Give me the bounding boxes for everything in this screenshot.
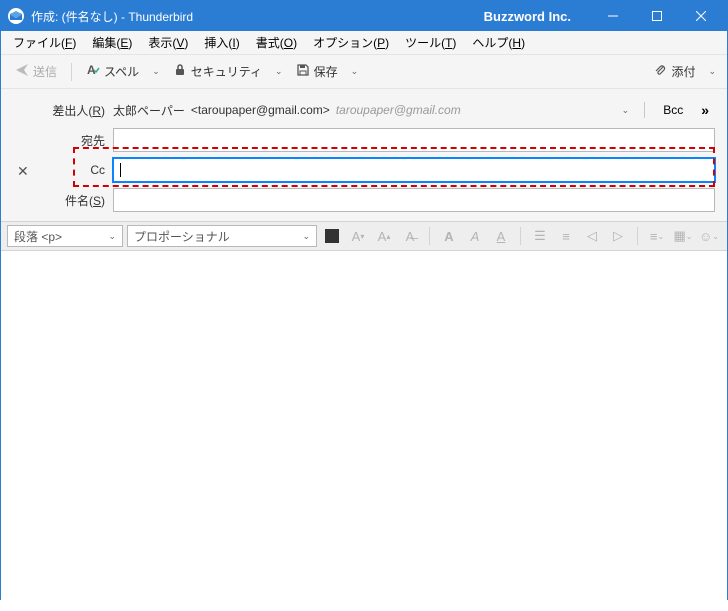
- menu-file[interactable]: ファイル(F): [5, 31, 84, 54]
- security-dropdown[interactable]: ⌄: [272, 66, 286, 77]
- separator: [637, 227, 638, 245]
- subject-label: 件名(S): [13, 192, 113, 209]
- font-select[interactable]: プロポーショナル⌄: [127, 225, 317, 247]
- save-dropdown[interactable]: ⌄: [348, 66, 362, 77]
- from-row: 差出人(R) 太郎ペーパー <taroupaper@gmail.com> tar…: [13, 97, 715, 123]
- insert-image-button[interactable]: ▦⌄: [672, 225, 694, 247]
- bcc-button[interactable]: Bcc: [657, 101, 689, 119]
- separator: [71, 63, 72, 81]
- send-icon: [15, 63, 29, 80]
- save-button[interactable]: 保存: [290, 59, 344, 84]
- more-recipients-button[interactable]: »: [695, 102, 715, 118]
- menu-view[interactable]: 表示(V): [140, 31, 196, 54]
- align-button[interactable]: ≡⌄: [646, 225, 668, 247]
- lock-icon: [173, 63, 187, 80]
- indent-button[interactable]: ▷: [607, 225, 629, 247]
- paragraph-select[interactable]: 段落 <p>⌄: [7, 225, 123, 247]
- spell-icon: A: [86, 63, 100, 80]
- text-color-button[interactable]: [321, 225, 343, 247]
- format-toolbar: 段落 <p>⌄ プロポーショナル⌄ A▾ A▴ A̶ A A A ☰ ≡ ◁ ▷…: [1, 221, 727, 251]
- menu-options[interactable]: オプション(P): [305, 31, 397, 54]
- minimize-button[interactable]: [591, 1, 635, 31]
- number-list-button[interactable]: ≡: [555, 225, 577, 247]
- menu-insert[interactable]: 挿入(I): [196, 31, 247, 54]
- menu-format[interactable]: 書式(O): [248, 31, 305, 54]
- menu-edit[interactable]: 編集(E): [84, 31, 140, 54]
- subject-input[interactable]: [113, 188, 715, 212]
- to-row: 宛先: [13, 127, 715, 153]
- window-title: 作成: (件名なし) - Thunderbird: [31, 8, 193, 25]
- font-select-value: プロポーショナル: [134, 228, 230, 245]
- spell-button[interactable]: A スペル: [80, 59, 145, 84]
- text-caret: [120, 163, 121, 177]
- menu-help[interactable]: ヘルプ(H): [464, 31, 533, 54]
- menubar: ファイル(F) 編集(E) 表示(V) 挿入(I) 書式(O) オプション(P)…: [1, 31, 727, 55]
- subject-row: 件名(S): [13, 187, 715, 213]
- compose-headers: 差出人(R) 太郎ペーパー <taroupaper@gmail.com> tar…: [1, 89, 727, 221]
- from-email-gray: taroupaper@gmail.com: [336, 103, 461, 117]
- from-value[interactable]: 太郎ペーパー <taroupaper@gmail.com> taroupaper…: [113, 101, 715, 119]
- maximize-button[interactable]: [635, 1, 679, 31]
- paperclip-icon: [653, 63, 667, 80]
- security-label: セキュリティ: [191, 63, 262, 80]
- spell-label: スペル: [104, 63, 139, 80]
- bold-button[interactable]: A: [438, 225, 460, 247]
- message-body[interactable]: [1, 251, 727, 611]
- app-icon: [7, 7, 25, 25]
- brand-label: Buzzword Inc.: [484, 9, 571, 24]
- to-input[interactable]: [113, 128, 715, 152]
- separator: [429, 227, 430, 245]
- titlebar: 作成: (件名なし) - Thunderbird Buzzword Inc.: [1, 1, 727, 31]
- from-label: 差出人(R): [13, 102, 113, 119]
- send-label: 送信: [33, 63, 57, 80]
- spell-dropdown[interactable]: ⌄: [149, 66, 163, 77]
- from-email: <taroupaper@gmail.com>: [191, 103, 330, 117]
- attach-button[interactable]: 添付: [647, 59, 701, 84]
- from-dropdown[interactable]: ⌄: [619, 105, 633, 116]
- security-button[interactable]: セキュリティ: [167, 59, 268, 84]
- outdent-button[interactable]: ◁: [581, 225, 603, 247]
- toolbar: 送信 A スペル ⌄ セキュリティ ⌄ 保存 ⌄ 添付 ⌄: [1, 55, 727, 89]
- cc-row: Cc: [13, 157, 715, 183]
- paragraph-select-value: 段落 <p>: [14, 228, 62, 245]
- close-button[interactable]: [679, 1, 723, 31]
- font-size-decrease-button[interactable]: A▾: [347, 225, 369, 247]
- cc-input[interactable]: [113, 158, 715, 182]
- send-button: 送信: [9, 59, 63, 84]
- from-name: 太郎ペーパー: [113, 102, 185, 119]
- remove-cc-button[interactable]: ✕: [17, 163, 29, 180]
- remove-format-button[interactable]: A̶: [399, 225, 421, 247]
- separator: [520, 227, 521, 245]
- emoji-button[interactable]: ☺⌄: [698, 225, 720, 247]
- separator: [644, 102, 645, 118]
- menu-tools[interactable]: ツール(T): [397, 31, 464, 54]
- save-icon: [296, 63, 310, 80]
- attach-label: 添付: [671, 63, 695, 80]
- attach-dropdown[interactable]: ⌄: [705, 66, 719, 77]
- to-label: 宛先: [13, 132, 113, 149]
- bullet-list-button[interactable]: ☰: [529, 225, 551, 247]
- save-label: 保存: [314, 63, 338, 80]
- underline-button[interactable]: A: [490, 225, 512, 247]
- italic-button[interactable]: A: [464, 225, 486, 247]
- font-size-increase-button[interactable]: A▴: [373, 225, 395, 247]
